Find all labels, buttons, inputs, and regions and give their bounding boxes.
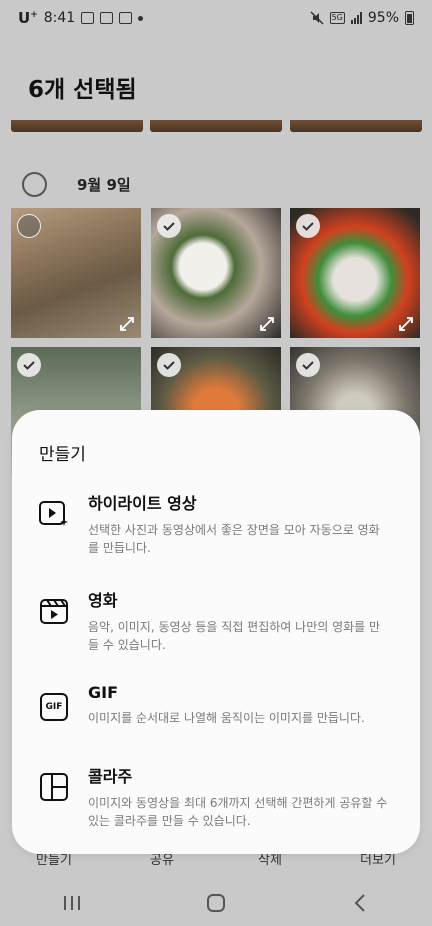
option-title: 하이라이트 영상 [88, 494, 197, 513]
sheet-title: 만들기 [39, 445, 86, 465]
checkmark-icon [163, 361, 175, 370]
battery-percent: 95% [367, 10, 399, 26]
option-title: 영화 [88, 591, 118, 610]
photo-thumbnail[interactable] [11, 208, 141, 338]
carrier-label: U+ [18, 9, 38, 27]
option-highlight-video[interactable]: 하이라이트 영상 선택한 사진과 동영상에서 좋은 장면을 모아 자동으로 영화… [12, 490, 420, 557]
checkmark-icon [302, 222, 314, 231]
selection-checkbox[interactable] [17, 353, 41, 377]
option-gif[interactable]: GIF GIF 이미지를 순서대로 나열해 움직이는 이미지를 만듭니다. [12, 683, 420, 727]
movie-clapper-icon [36, 593, 72, 629]
checkmark-icon [163, 222, 175, 231]
option-collage[interactable]: 콜라주 이미지와 동영상을 최대 6개까지 선택해 간편하게 공유할 수 있는 … [12, 763, 420, 830]
gallery-notification-icon [100, 12, 114, 24]
highlight-video-icon [36, 496, 72, 532]
navigation-bar [0, 880, 432, 926]
option-description: 음악, 이미지, 동영상 등을 직접 편집하여 나만의 영화를 만들 수 있습니… [88, 620, 381, 652]
network-type-badge: 5G [329, 12, 345, 24]
back-icon [354, 894, 365, 912]
expand-icon[interactable] [259, 316, 275, 332]
clock: 8:41 [43, 10, 76, 26]
checkmark-icon [23, 361, 35, 370]
recent-apps-button[interactable] [42, 883, 102, 923]
selection-checkbox[interactable] [296, 214, 320, 238]
date-select-checkbox[interactable] [22, 172, 47, 197]
gif-icon: GIF [36, 689, 72, 725]
selection-checkbox[interactable] [296, 353, 320, 377]
mute-icon [310, 11, 324, 25]
option-description: 선택한 사진과 동영상에서 좋은 장면을 모아 자동으로 영화를 만듭니다. [88, 523, 380, 555]
gif-icon-text: GIF [45, 702, 63, 712]
option-description: 이미지와 동영상을 최대 6개까지 선택해 간편하게 공유할 수 있는 콜라주를… [88, 796, 388, 828]
expand-icon[interactable] [119, 316, 135, 332]
option-title: GIF [88, 683, 119, 702]
tag-icon [81, 12, 95, 24]
battery-icon [405, 11, 414, 25]
selection-checkbox[interactable] [17, 214, 41, 238]
signal-icon [350, 12, 362, 24]
checkmark-icon [302, 361, 314, 370]
photo-thumbnail[interactable] [290, 208, 420, 338]
back-button[interactable] [330, 883, 390, 923]
more-notifications-icon [138, 15, 144, 21]
photo-thumbnail[interactable] [151, 208, 281, 338]
n-app-icon [119, 12, 133, 24]
date-group-header: 9월 9일 [22, 172, 131, 197]
thumbnail-partial[interactable] [150, 120, 282, 132]
page-title: 6개 선택됨 [28, 77, 137, 103]
option-movie[interactable]: 영화 음악, 이미지, 동영상 등을 직접 편집하여 나만의 영화를 만들 수 … [12, 587, 420, 654]
collage-icon [36, 769, 72, 805]
home-icon [207, 894, 225, 912]
date-label: 9월 9일 [77, 176, 131, 194]
expand-icon[interactable] [398, 316, 414, 332]
home-button[interactable] [186, 883, 246, 923]
option-description: 이미지를 순서대로 나열해 움직이는 이미지를 만듭니다. [88, 711, 365, 725]
status-bar: U+ 8:41 5G 95% [0, 0, 432, 36]
create-bottom-sheet: 만들기 하이라이트 영상 선택한 사진과 동영상에서 좋은 장면을 모아 자동으… [12, 410, 420, 854]
selection-checkbox[interactable] [157, 353, 181, 377]
thumbnail-partial[interactable] [290, 120, 422, 132]
option-title: 콜라주 [88, 767, 133, 786]
recent-apps-icon [64, 896, 80, 910]
selection-checkbox[interactable] [157, 214, 181, 238]
thumbnail-partial[interactable] [11, 120, 143, 132]
